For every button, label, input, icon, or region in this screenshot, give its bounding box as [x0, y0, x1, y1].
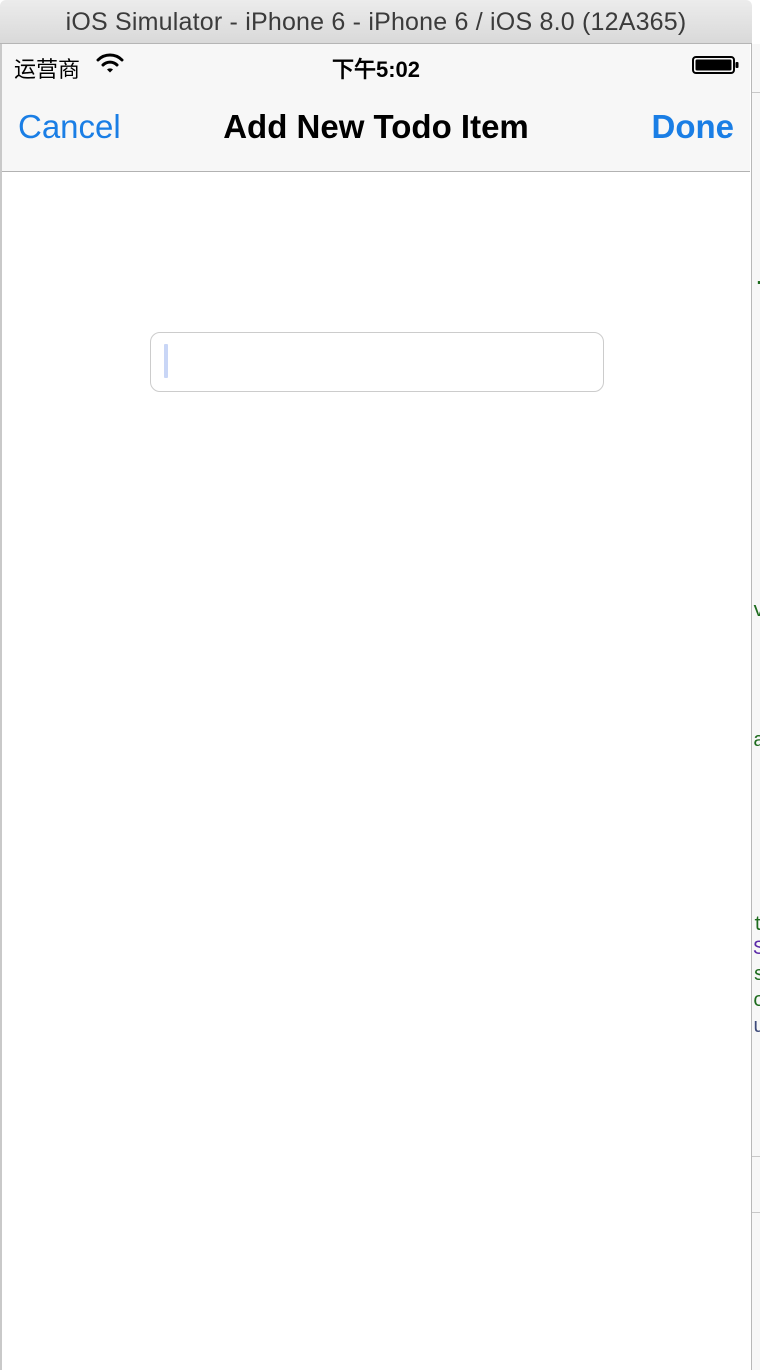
cancel-button[interactable]: Cancel — [18, 108, 121, 146]
battery-icon — [692, 56, 739, 74]
background-editor-strip: . v a t S s c u — [752, 44, 760, 1370]
window-title: iOS Simulator - iPhone 6 - iPhone 6 / iO… — [65, 8, 687, 36]
simulator-window: . v a t S s c u iOS Simulator - iPhone 6… — [0, 0, 760, 1370]
todo-item-text-field[interactable] — [150, 332, 604, 392]
window-title-bar[interactable]: iOS Simulator - iPhone 6 - iPhone 6 / iO… — [0, 0, 752, 44]
content-area — [2, 172, 750, 1370]
navigation-bar: Cancel Add New Todo Item Done — [2, 84, 750, 172]
status-time: 下午5:02 — [331, 57, 421, 82]
status-bar: 运营商 下午5:02 — [2, 44, 750, 84]
text-cursor — [164, 344, 168, 378]
done-button[interactable]: Done — [652, 108, 735, 146]
phone-screen: 运营商 下午5:02 Cancel Add New Todo Item Done — [2, 44, 752, 1370]
